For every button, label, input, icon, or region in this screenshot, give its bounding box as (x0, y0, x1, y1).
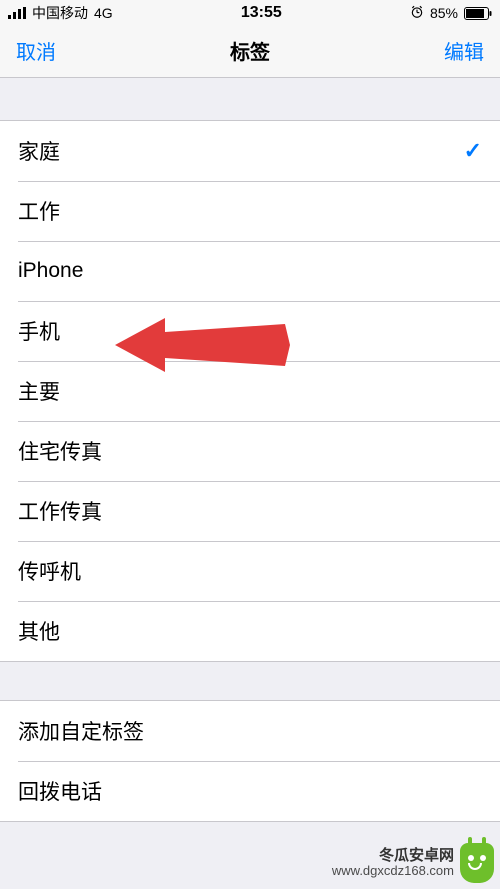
label-text: 主要 (18, 376, 60, 406)
label-row-work[interactable]: 工作 (0, 181, 500, 241)
cancel-button[interactable]: 取消 (16, 36, 56, 65)
label-text: 家庭 (18, 136, 60, 166)
extra-list: 添加自定标签 回拨电话 (0, 700, 500, 822)
label-text: 其他 (18, 616, 60, 646)
battery-icon (464, 7, 492, 20)
label-text: 工作 (18, 196, 60, 226)
add-custom-label-row[interactable]: 添加自定标签 (0, 701, 500, 761)
labels-list: 家庭 ✓ 工作 iPhone 手机 主要 住宅传真 工作传真 传呼机 其他 (0, 120, 500, 662)
clock: 13:55 (241, 4, 282, 22)
page-title: 标签 (230, 36, 270, 65)
label-text: 手机 (18, 316, 60, 346)
watermark-url: www.dgxcdz168.com (332, 864, 454, 878)
watermark-text: 冬瓜安卓网 www.dgxcdz168.com (332, 848, 454, 879)
label-text: 住宅传真 (18, 436, 102, 466)
status-bar: 中国移动 4G 13:55 85% (0, 0, 500, 24)
watermark-mascot-icon (460, 843, 494, 883)
section-gap (0, 662, 500, 700)
label-text: 添加自定标签 (18, 716, 144, 746)
status-right: 85% (410, 5, 492, 22)
status-left: 中国移动 4G (8, 3, 113, 23)
label-row-main[interactable]: 主要 (0, 361, 500, 421)
network-label: 4G (94, 5, 113, 21)
label-row-mobile[interactable]: 手机 (0, 301, 500, 361)
checkmark-icon: ✓ (464, 138, 482, 164)
label-row-pager[interactable]: 传呼机 (0, 541, 500, 601)
watermark: 冬瓜安卓网 www.dgxcdz168.com (332, 843, 494, 883)
label-text: iPhone (18, 259, 83, 283)
label-text: 回拨电话 (18, 776, 102, 806)
nav-bar: 取消 标签 编辑 (0, 24, 500, 78)
section-gap (0, 78, 500, 120)
label-text: 传呼机 (18, 556, 81, 586)
label-text: 工作传真 (18, 496, 102, 526)
label-row-home[interactable]: 家庭 ✓ (0, 121, 500, 181)
watermark-name: 冬瓜安卓网 (332, 848, 454, 865)
signal-icon (8, 7, 26, 19)
callback-row[interactable]: 回拨电话 (0, 761, 500, 821)
edit-button[interactable]: 编辑 (444, 36, 484, 65)
alarm-icon (410, 5, 424, 22)
label-row-other[interactable]: 其他 (0, 601, 500, 661)
battery-percent: 85% (430, 5, 458, 21)
label-row-home-fax[interactable]: 住宅传真 (0, 421, 500, 481)
label-row-iphone[interactable]: iPhone (0, 241, 500, 301)
carrier-label: 中国移动 (32, 3, 88, 23)
label-row-work-fax[interactable]: 工作传真 (0, 481, 500, 541)
